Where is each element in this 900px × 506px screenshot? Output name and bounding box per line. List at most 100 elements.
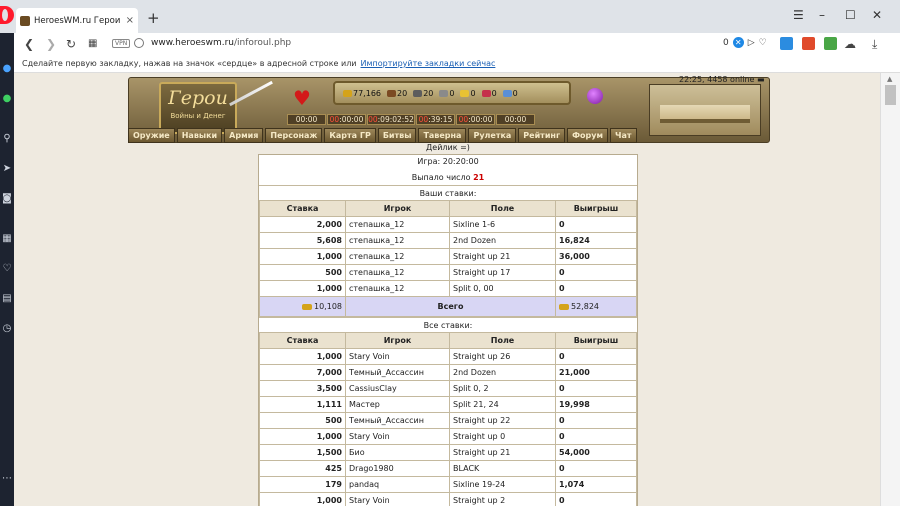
bet-win: 0 [555, 380, 637, 397]
crystal-icon [481, 89, 491, 97]
menu-battles[interactable]: Битвы [377, 128, 417, 143]
timer: 00:39:15 [416, 114, 455, 125]
all-bets-title: Все ставки: [259, 317, 637, 332]
bet-win: 0 [555, 492, 637, 506]
import-bookmarks-link[interactable]: Импортируйте закладки сейчас [361, 59, 496, 68]
cloud-icon[interactable]: ☁ [844, 36, 856, 52]
mana-potion-icon[interactable] [587, 88, 603, 104]
browser-tab[interactable]: HeroesWM.ru Герои войн × [16, 8, 138, 33]
bet-player[interactable]: степашка_12 [345, 232, 450, 249]
column-win: Выигрыш [555, 332, 637, 349]
menu-weapons[interactable]: Оружие [128, 128, 175, 143]
bet-stake: 1,000 [259, 428, 346, 445]
send-icon[interactable]: ▷ [748, 38, 755, 48]
close-window-button[interactable]: ✕ [872, 8, 882, 22]
maximize-button[interactable]: ☐ [845, 8, 856, 22]
gold-icon [559, 303, 569, 310]
timer-prefix: 00 [329, 115, 340, 124]
download-icon[interactable]: ⤓ [872, 36, 877, 52]
resource-mercury: 0 [439, 89, 454, 98]
table-row: 1,000 Stary Voin Straight up 26 0 [259, 348, 637, 365]
bet-player[interactable]: Темный_Ассассин [345, 364, 450, 381]
bet-player[interactable]: Био [345, 444, 450, 461]
bet-stake: 1,000 [259, 348, 346, 365]
menu-roulette[interactable]: Рулетка [468, 128, 517, 143]
minimize-button[interactable]: – [819, 8, 825, 22]
bet-stake: 179 [259, 476, 346, 493]
bet-field: BLACK [449, 460, 556, 477]
whatsapp-icon[interactable]: ● [1, 93, 13, 105]
bet-player[interactable]: Stary Voin [345, 348, 450, 365]
vpn-badge[interactable]: VPN [112, 39, 131, 48]
apps-grid-icon[interactable]: ▦ [1, 233, 13, 245]
scroll-up-icon[interactable]: ▲ [887, 75, 892, 83]
menu-skills[interactable]: Навыки [176, 128, 223, 143]
roulette-results: Игра: 20:20:00 Выпало число 21 Ваши став… [258, 154, 638, 506]
menu-rating[interactable]: Рейтинг [518, 128, 566, 143]
address-field[interactable]: www.heroeswm.ru/inforoul.php [151, 38, 291, 48]
speed-dial-icon[interactable]: ▦ [88, 36, 97, 52]
reload-icon[interactable]: ↻ [66, 36, 76, 52]
menu-forum[interactable]: Форум [567, 128, 609, 143]
scroll-thumb[interactable] [885, 85, 896, 105]
search-icon[interactable]: ⚲ [1, 133, 13, 145]
bet-player[interactable]: степашка_12 [345, 216, 450, 233]
menu-character[interactable]: Персонаж [265, 128, 323, 143]
vertical-scrollbar[interactable]: ▲ [880, 73, 900, 506]
news-icon[interactable]: ▤ [1, 293, 13, 305]
bet-player[interactable]: Stary Voin [345, 492, 450, 506]
bet-player[interactable]: степашка_12 [345, 264, 450, 281]
menu-map[interactable]: Карта ГР [324, 128, 376, 143]
timer-value: :00:00 [468, 115, 493, 124]
ore-icon [413, 89, 423, 97]
tab-menu-icon[interactable]: ☰ [793, 8, 804, 22]
column-player: Игрок [345, 200, 450, 217]
new-tab-button[interactable]: + [147, 11, 160, 26]
table-row: 1,000 Stary Voin Straight up 20 [259, 492, 637, 506]
bet-player[interactable]: Drago1980 [345, 460, 450, 477]
bet-win: 54,000 [555, 444, 637, 461]
bet-player[interactable]: степашка_12 [345, 248, 450, 265]
back-icon[interactable]: ❮ [24, 36, 34, 52]
total-label: Всего [345, 296, 556, 317]
camera-icon[interactable]: ◙ [1, 193, 13, 205]
history-icon[interactable]: ◷ [1, 323, 13, 335]
column-stake: Ставка [259, 200, 346, 217]
forward-icon[interactable]: ❯ [46, 36, 56, 52]
bet-win: 0 [555, 428, 637, 445]
column-field: Поле [449, 332, 556, 349]
tab-close-button[interactable]: × [126, 15, 134, 26]
timer-prefix: 00 [368, 115, 378, 124]
menu-army[interactable]: Армия [224, 128, 264, 143]
bet-player[interactable]: pandaq [345, 476, 450, 493]
bet-field: Straight up 0 [449, 428, 556, 445]
heart-icon[interactable]: ♡ [1, 263, 13, 275]
resource-value: 77,166 [353, 88, 381, 98]
bet-stake: 1,111 [259, 396, 346, 413]
health-heart-icon[interactable]: ♥ [293, 88, 311, 108]
vk-extension-icon[interactable] [780, 37, 793, 50]
bet-field: Straight up 21 [449, 444, 556, 461]
column-win: Выигрыш [555, 200, 637, 217]
opera-logo-icon[interactable] [0, 6, 14, 24]
more-icon[interactable]: ⋯ [1, 473, 13, 485]
menu-chat[interactable]: Чат [610, 128, 637, 143]
menu-tavern[interactable]: Таверна [418, 128, 467, 143]
table-row: 1,111 Мастер Split 21, 24 19,998 [259, 396, 637, 413]
messenger-icon[interactable]: ● [1, 63, 13, 75]
bet-player[interactable]: CassiusClay [345, 380, 450, 397]
bookmark-heart-icon[interactable]: ♡ [759, 38, 767, 48]
game-logo[interactable]: Герои Войны и Денег [159, 82, 237, 134]
extension-green-icon[interactable] [824, 37, 837, 50]
bet-player[interactable]: степашка_12 [345, 280, 450, 297]
total-stake-value: 10,108 [314, 302, 342, 311]
ad-blocker-icon[interactable]: ✕ [732, 37, 744, 48]
bet-player[interactable]: Темный_Ассассин [345, 412, 450, 429]
city-picture[interactable] [649, 84, 761, 136]
page-content: Герои Войны и Денег ♥ 77,166 20 20 0 0 0… [14, 73, 880, 506]
timer-value: :00:00 [339, 115, 364, 124]
extension-red-icon[interactable] [802, 37, 815, 50]
send-sidebar-icon[interactable]: ➤ [1, 163, 13, 175]
bet-player[interactable]: Stary Voin [345, 428, 450, 445]
bet-player[interactable]: Мастер [345, 396, 450, 413]
